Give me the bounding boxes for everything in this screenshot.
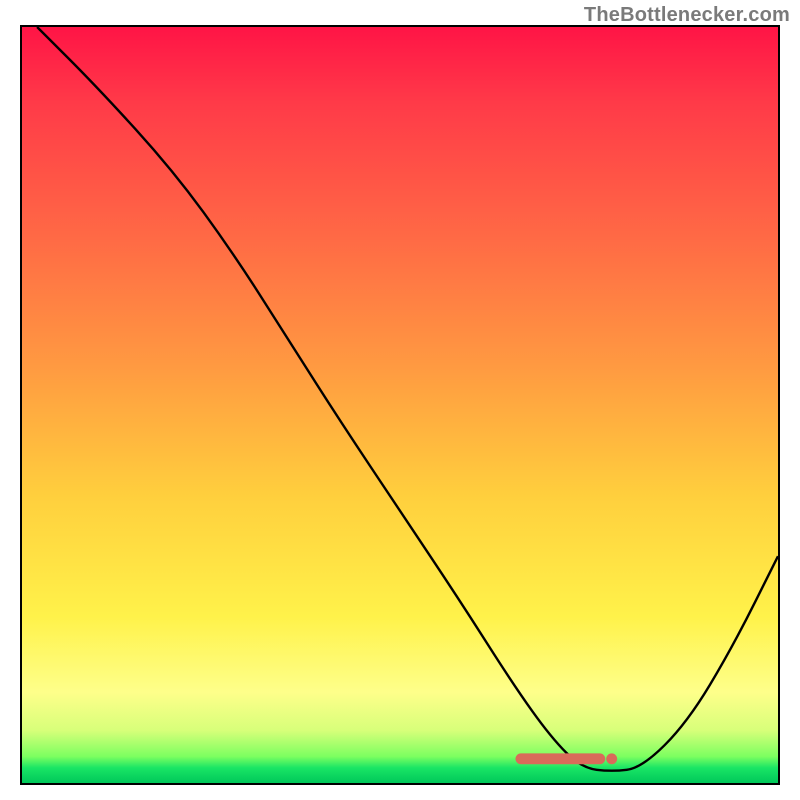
plot-area — [20, 25, 780, 785]
chart-overlay — [22, 27, 778, 783]
optimum-marker — [521, 753, 617, 764]
bottleneck-curve — [37, 27, 778, 771]
chart-stage: TheBottlenecker.com — [0, 0, 800, 800]
attribution-text: TheBottlenecker.com — [584, 4, 790, 27]
